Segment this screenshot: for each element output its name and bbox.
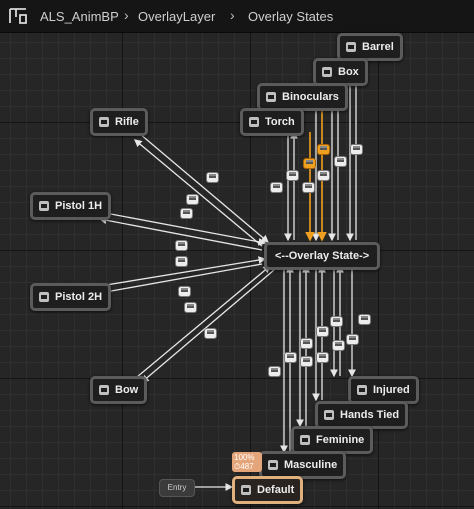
state-label: Pistol 1H xyxy=(55,200,103,212)
active-transition-rule-icon[interactable] xyxy=(317,144,330,155)
transition-rule-icon[interactable] xyxy=(350,144,363,155)
transition-rule-icon[interactable] xyxy=(175,256,188,267)
blueprint-graph-icon xyxy=(9,8,27,24)
state-label: <--Overlay State-> xyxy=(275,250,370,262)
state-node-pistol-1h[interactable]: Pistol 1H xyxy=(30,192,112,220)
state-label: Hands Tied xyxy=(340,409,400,421)
state-label: Default xyxy=(257,484,295,496)
transition-rule-icon[interactable] xyxy=(330,316,343,327)
breadcrumb-separator-icon: › xyxy=(230,7,235,23)
transition-rule-icon[interactable] xyxy=(175,240,188,251)
state-node-rifle[interactable]: Rifle xyxy=(90,108,148,136)
breadcrumb-separator-icon: › xyxy=(124,7,129,23)
transition-rule-icon[interactable] xyxy=(300,356,313,367)
transition-rule-icon[interactable] xyxy=(286,170,299,181)
debug-weight-badge: 100% ⏱487 xyxy=(232,452,262,472)
state-icon xyxy=(322,67,332,77)
state-label: Box xyxy=(338,66,359,78)
state-label: Rifle xyxy=(115,116,139,128)
state-node-bow[interactable]: Bow xyxy=(90,376,148,404)
state-label: Masculine xyxy=(284,459,338,471)
transition-rule-icon[interactable] xyxy=(204,328,217,339)
state-label: Bow xyxy=(115,384,139,396)
entry-label: Entry xyxy=(167,483,187,492)
transition-rule-icon[interactable] xyxy=(302,182,315,193)
state-icon xyxy=(268,460,278,470)
active-transition-rule-icon[interactable] xyxy=(303,158,316,169)
debug-weight-percent: 100% xyxy=(234,453,255,462)
state-node-box[interactable]: Box xyxy=(313,58,368,86)
state-node-barrel[interactable]: Barrel xyxy=(337,33,403,61)
state-node-hands-tied[interactable]: Hands Tied xyxy=(315,401,409,429)
state-icon xyxy=(346,42,356,52)
breadcrumb-overlay-states[interactable]: Overlay States xyxy=(248,9,333,24)
transition-rule-icon[interactable] xyxy=(270,182,283,193)
state-icon xyxy=(357,385,367,395)
state-label: Torch xyxy=(265,116,295,128)
state-node-feminine[interactable]: Feminine xyxy=(291,426,374,454)
transition-rule-icon[interactable] xyxy=(332,340,345,351)
state-icon xyxy=(39,292,49,302)
state-node-masculine[interactable]: Masculine xyxy=(259,451,347,479)
debug-elapsed-time: ⏱487 xyxy=(234,462,254,471)
transition-rule-icon[interactable] xyxy=(184,302,197,313)
state-node-overlay-state[interactable]: <--Overlay State-> xyxy=(264,242,381,270)
state-icon xyxy=(39,201,49,211)
state-label: Feminine xyxy=(316,434,365,446)
state-node-injured[interactable]: Injured xyxy=(348,376,419,404)
state-label: Binoculars xyxy=(282,91,339,103)
state-node-pistol-2h[interactable]: Pistol 2H xyxy=(30,283,112,311)
transition-rule-icon[interactable] xyxy=(178,286,191,297)
transition-rule-icon[interactable] xyxy=(334,156,347,167)
state-icon xyxy=(249,117,259,127)
transition-rule-icon[interactable] xyxy=(186,194,199,205)
state-label: Injured xyxy=(373,384,410,396)
transition-rule-icon[interactable] xyxy=(268,366,281,377)
state-icon xyxy=(266,92,276,102)
state-label: Pistol 2H xyxy=(55,291,103,303)
state-icon xyxy=(300,435,310,445)
transition-rule-icon[interactable] xyxy=(358,314,371,325)
state-node-default[interactable]: Default xyxy=(232,476,304,504)
transition-rule-icon[interactable] xyxy=(180,208,193,219)
state-icon xyxy=(99,385,109,395)
state-label: Barrel xyxy=(362,41,394,53)
state-node-torch[interactable]: Torch xyxy=(240,108,304,136)
entry-node[interactable]: Entry xyxy=(159,479,195,497)
transition-wires xyxy=(98,53,360,491)
breadcrumb: ALS_AnimBP › OverlayLayer › Overlay Stat… xyxy=(0,0,474,33)
transition-rule-icon[interactable] xyxy=(206,172,219,183)
breadcrumb-overlay-layer[interactable]: OverlayLayer xyxy=(138,9,215,24)
transition-rule-icon[interactable] xyxy=(284,352,297,363)
transition-rule-icon[interactable] xyxy=(317,170,330,181)
state-icon xyxy=(99,117,109,127)
state-icon xyxy=(241,485,251,495)
transition-rule-icon[interactable] xyxy=(346,334,359,345)
transition-rule-icon[interactable] xyxy=(300,338,313,349)
transition-rule-icon[interactable] xyxy=(316,352,329,363)
breadcrumb-animbp[interactable]: ALS_AnimBP xyxy=(40,9,119,24)
state-icon xyxy=(324,410,334,420)
transition-rule-icon[interactable] xyxy=(316,326,329,337)
state-node-binoculars[interactable]: Binoculars xyxy=(257,83,348,111)
